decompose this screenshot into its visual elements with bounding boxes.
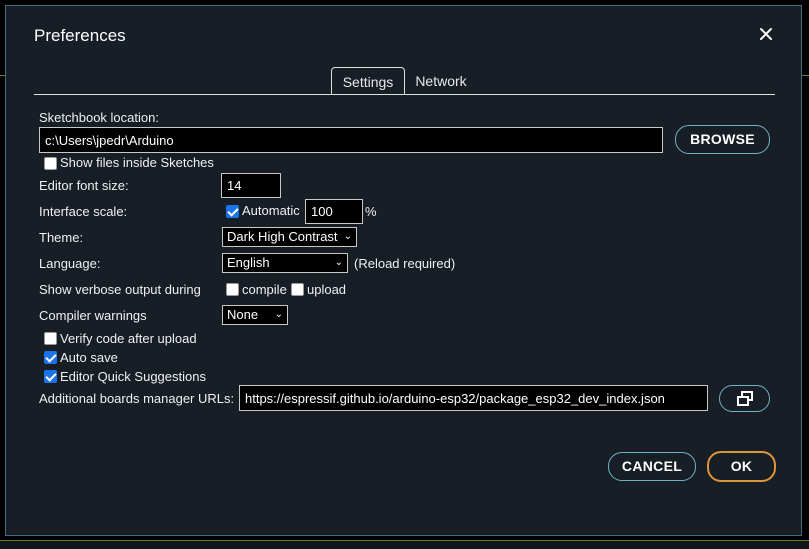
verbose-upload-label: upload <box>307 282 347 297</box>
reload-required-note: (Reload required) <box>354 256 456 271</box>
interface-scale-label: Interface scale: <box>39 204 128 219</box>
editor-font-size-input[interactable] <box>221 173 281 198</box>
show-files-label: Show files inside Sketches <box>60 155 214 170</box>
windows-icon <box>736 391 753 406</box>
tab-settings[interactable]: Settings <box>331 67 405 95</box>
boards-manager-urls-input[interactable] <box>239 385 708 411</box>
verify-code-label: Verify code after upload <box>60 331 197 346</box>
theme-select[interactable]: Dark High Contrast ⌄ <box>222 227 357 247</box>
dialog-title: Preferences <box>34 26 126 45</box>
language-select[interactable]: English ⌄ <box>222 253 348 273</box>
preferences-dialog: Preferences Settings Network Sketchbook … <box>5 5 802 536</box>
ok-button[interactable]: OK <box>707 451 776 482</box>
scale-percent-unit: % <box>365 204 377 219</box>
verbose-compile-checkbox[interactable] <box>226 283 239 296</box>
automatic-scale-label: Automatic <box>242 203 300 218</box>
verbose-upload-checkbox[interactable] <box>291 283 304 296</box>
compiler-warnings-label: Compiler warnings <box>39 308 147 323</box>
boards-manager-urls-label: Additional boards manager URLs: <box>39 391 235 406</box>
sketchbook-location-input[interactable] <box>39 127 663 153</box>
browse-button[interactable]: BROWSE <box>675 125 770 154</box>
open-urls-editor-button[interactable] <box>719 385 770 412</box>
editor-font-size-label: Editor font size: <box>39 178 129 193</box>
auto-save-checkbox[interactable] <box>44 351 57 364</box>
verify-code-checkbox[interactable] <box>44 332 57 345</box>
theme-select-value: Dark High Contrast <box>227 229 338 244</box>
quick-suggestions-checkbox[interactable] <box>44 370 57 383</box>
chevron-down-icon: ⌄ <box>274 309 283 320</box>
tab-network[interactable]: Network <box>408 67 474 95</box>
auto-save-label: Auto save <box>60 350 118 365</box>
quick-suggestions-label: Editor Quick Suggestions <box>60 369 206 384</box>
verbose-compile-label: compile <box>242 282 287 297</box>
verbose-output-label: Show verbose output during <box>39 282 201 297</box>
compiler-warnings-select[interactable]: None ⌄ <box>222 305 288 325</box>
sketchbook-location-label: Sketchbook location: <box>39 110 159 125</box>
show-files-checkbox[interactable] <box>44 157 57 170</box>
language-select-value: English <box>227 255 270 270</box>
close-icon[interactable] <box>756 24 776 44</box>
interface-scale-input[interactable] <box>305 199 363 224</box>
automatic-scale-checkbox[interactable] <box>226 205 239 218</box>
language-label: Language: <box>39 256 101 271</box>
chevron-down-icon: ⌄ <box>343 231 352 242</box>
background-line-right <box>802 75 809 76</box>
tab-divider <box>34 94 775 95</box>
chevron-down-icon: ⌄ <box>334 257 343 268</box>
theme-label: Theme: <box>39 230 84 245</box>
cancel-button[interactable]: CANCEL <box>608 452 696 481</box>
compiler-warnings-value: None <box>227 307 259 322</box>
